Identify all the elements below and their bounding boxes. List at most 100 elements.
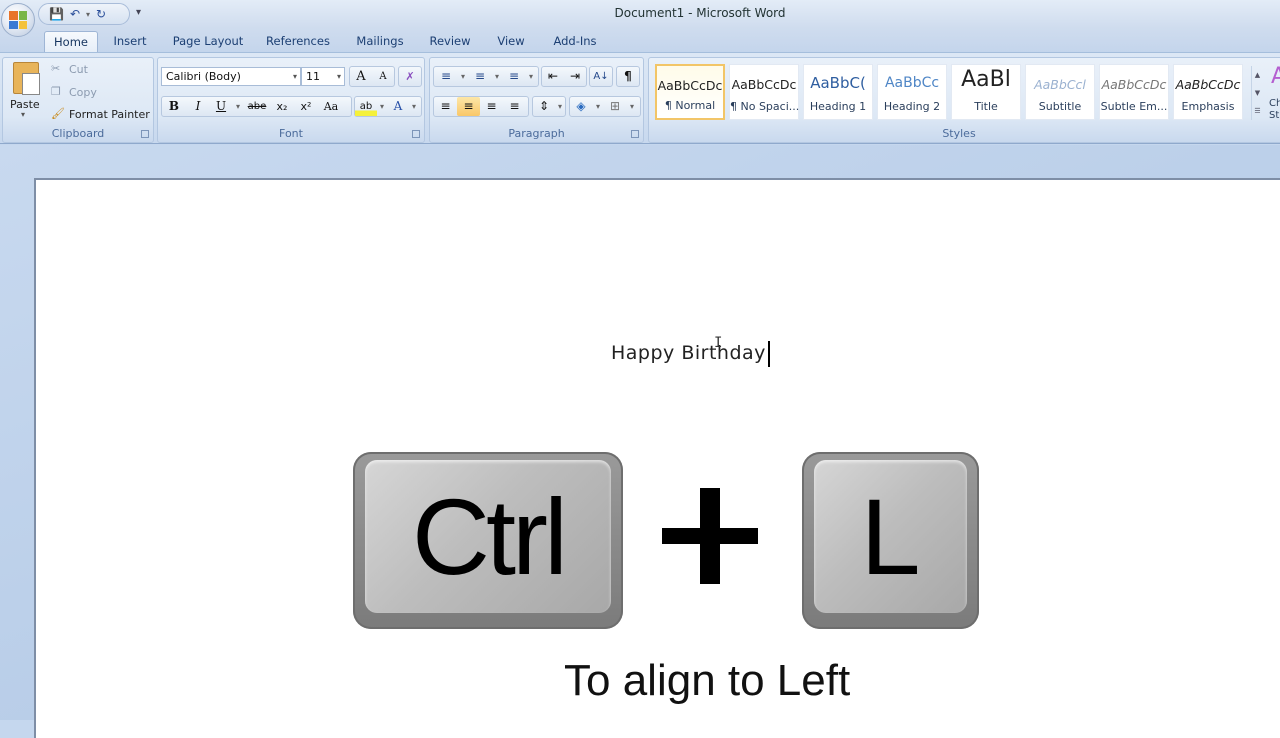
increase-indent-icon[interactable]: ⇥	[564, 67, 586, 86]
style-subtle-emphasis[interactable]: AaBbCcDc Subtle Em...	[1099, 64, 1169, 120]
ribbon-tabs: Home Insert Page Layout References Maili…	[0, 28, 1280, 52]
style-title[interactable]: AaBl Title	[951, 64, 1021, 120]
align-left-icon[interactable]: ≡	[434, 97, 457, 116]
shortcut-caption: To align to Left	[564, 656, 851, 705]
borders-icon[interactable]: ⊞	[604, 97, 626, 116]
change-styles-button[interactable]: A Ch St	[1267, 64, 1280, 124]
font-color-button[interactable]: A	[387, 97, 409, 116]
borders-dropdown-icon[interactable]: ▾	[626, 97, 638, 116]
shading-icon[interactable]: ◈	[570, 97, 592, 116]
underline-dropdown-icon[interactable]: ▾	[232, 97, 244, 116]
l-key: L	[802, 452, 979, 629]
tab-references[interactable]: References	[262, 31, 334, 52]
paste-button[interactable]: Paste ▾	[3, 58, 47, 122]
clear-formatting-button[interactable]: ✗	[398, 66, 422, 87]
style-heading-1[interactable]: AaBbC( Heading 1	[803, 64, 873, 120]
tab-view[interactable]: View	[492, 31, 530, 52]
copy-label: Copy	[69, 86, 97, 99]
cut-button[interactable]: ✂ Cut	[51, 62, 111, 78]
change-case-button[interactable]: Aa	[318, 97, 344, 116]
document-text[interactable]: Happy Birthday	[611, 342, 766, 364]
shading-dropdown-icon[interactable]: ▾	[592, 97, 604, 116]
font-launcher-icon[interactable]	[412, 130, 420, 138]
multilevel-dropdown-icon[interactable]: ▾	[526, 67, 536, 86]
change-styles-icon: A	[1271, 64, 1280, 89]
superscript-button[interactable]: x²	[294, 97, 318, 116]
style-sample: AaBbCcDc	[731, 77, 797, 92]
align-center-icon[interactable]: ≡	[457, 97, 480, 116]
line-spacing-button[interactable]: ⇕ ▾	[532, 96, 566, 117]
paragraph-group: ≡ ▾ ≡ ▾ ≡ ▾ ⇤ ⇥ A↓ ¶ ≡ ≡ ≡ ≡ ⇕ ▾ ◈ ▾ ⊞ ▾…	[429, 57, 644, 143]
clipboard-launcher-icon[interactable]	[141, 130, 149, 138]
sort-button[interactable]: A↓	[589, 66, 613, 87]
ctrl-key-label: Ctrl	[365, 460, 611, 613]
scroll-down-icon[interactable]: ▼	[1252, 84, 1263, 102]
font-size-select[interactable]: 11 ▾	[301, 67, 345, 86]
tab-review[interactable]: Review	[426, 31, 474, 52]
ctrl-key: Ctrl	[353, 452, 623, 629]
paintbrush-icon: 🖌	[51, 107, 65, 120]
font-group-label: Font	[279, 127, 303, 140]
underline-button[interactable]: U	[210, 97, 232, 116]
highlight-icon[interactable]: ab	[355, 97, 377, 116]
tab-mailings[interactable]: Mailings	[350, 31, 410, 52]
font-color-dropdown-icon[interactable]: ▾	[409, 97, 419, 116]
paragraph-launcher-icon[interactable]	[631, 130, 639, 138]
list-group: ≡ ▾ ≡ ▾ ≡ ▾	[433, 66, 539, 87]
tab-home[interactable]: Home	[44, 31, 98, 52]
style-name: Subtle Em...	[1100, 100, 1168, 113]
styles-group: AaBbCcDc ¶ Normal AaBbCcDc ¶ No Spaci...…	[648, 57, 1280, 143]
show-formatting-button[interactable]: ¶	[616, 66, 640, 87]
gallery-more-icon[interactable]: ☰	[1252, 102, 1263, 120]
paste-dropdown-icon[interactable]: ▾	[21, 110, 25, 119]
alignment-group: ≡ ≡ ≡ ≡	[433, 96, 529, 117]
copy-button[interactable]: ❐ Copy	[51, 85, 111, 101]
change-styles-label: Ch St	[1269, 98, 1280, 121]
chevron-down-icon: ▾	[336, 72, 341, 81]
office-button[interactable]	[1, 3, 35, 37]
numbering-dropdown-icon[interactable]: ▾	[492, 67, 502, 86]
tab-page-layout[interactable]: Page Layout	[168, 31, 248, 52]
italic-button[interactable]: I	[186, 97, 210, 116]
scroll-up-icon[interactable]: ▲	[1252, 66, 1263, 84]
document-page[interactable]	[34, 178, 1280, 738]
tab-insert[interactable]: Insert	[108, 31, 152, 52]
bold-button[interactable]: B	[162, 97, 186, 116]
indent-group: ⇤ ⇥	[541, 66, 587, 87]
grow-shrink-group: A A	[349, 66, 395, 87]
tab-add-ins[interactable]: Add-Ins	[548, 31, 602, 52]
style-subtitle[interactable]: AaBbCcl Subtitle	[1025, 64, 1095, 120]
decrease-indent-icon[interactable]: ⇤	[542, 67, 564, 86]
copy-icon: ❐	[51, 85, 61, 98]
justify-icon[interactable]: ≡	[503, 97, 526, 116]
font-size-value: 11	[306, 70, 320, 83]
style-name: Subtitle	[1038, 100, 1082, 113]
styles-gallery-scroll[interactable]: ▲ ▼ ☰	[1251, 66, 1263, 120]
font-name-select[interactable]: Calibri (Body) ▾	[161, 67, 301, 86]
plus-sign-icon	[662, 488, 758, 584]
window-title: Document1 - Microsoft Word	[614, 6, 786, 20]
align-right-icon[interactable]: ≡	[480, 97, 503, 116]
multilevel-list-icon[interactable]: ≡	[502, 67, 526, 86]
style-normal[interactable]: AaBbCcDc ¶ Normal	[655, 64, 725, 120]
style-no-spacing[interactable]: AaBbCcDc ¶ No Spaci...	[729, 64, 799, 120]
style-name: Heading 2	[883, 100, 941, 113]
scissors-icon: ✂	[51, 62, 61, 75]
shrink-font-button[interactable]: A	[372, 67, 394, 86]
style-sample: AaBbCcDc	[1101, 77, 1167, 92]
format-painter-button[interactable]: 🖌 Format Painter	[51, 107, 151, 123]
subscript-button[interactable]: x₂	[270, 97, 294, 116]
bullets-dropdown-icon[interactable]: ▾	[458, 67, 468, 86]
style-emphasis[interactable]: AaBbCcDc Emphasis	[1173, 64, 1243, 120]
style-heading-2[interactable]: AaBbCc Heading 2	[877, 64, 947, 120]
ribbon: Paste ▾ ✂ Cut ❐ Copy 🖌 Format Painter Cl…	[0, 52, 1280, 144]
eraser-icon: ✗	[405, 70, 415, 83]
strikethrough-button[interactable]: abe	[244, 97, 270, 116]
numbering-icon[interactable]: ≡	[468, 67, 492, 86]
bullets-icon[interactable]: ≡	[434, 67, 458, 86]
shading-borders-group: ◈ ▾ ⊞ ▾	[569, 96, 641, 117]
highlight-color-group: ab ▾ A ▾	[354, 96, 422, 117]
highlight-dropdown-icon[interactable]: ▾	[377, 97, 387, 116]
grow-font-button[interactable]: A	[350, 67, 372, 86]
text-cursor	[768, 341, 770, 367]
